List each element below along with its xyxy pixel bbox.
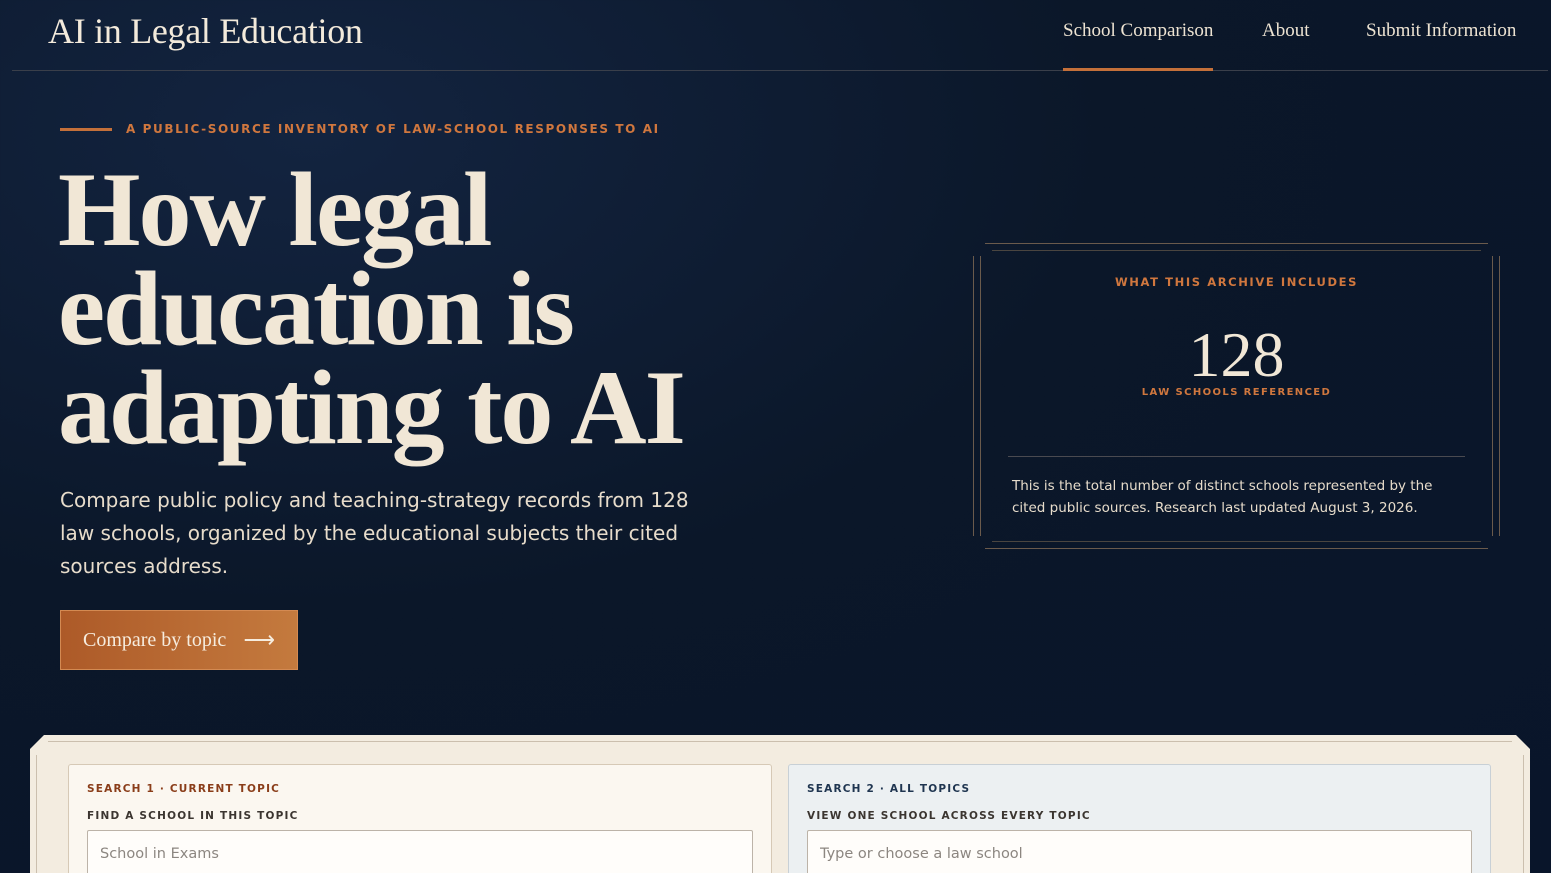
- nav-school-comparison[interactable]: School Comparison: [1063, 20, 1214, 71]
- law-school-input[interactable]: [807, 830, 1472, 873]
- stat-card-label: WHAT THIS ARCHIVE INCLUDES: [1115, 275, 1358, 289]
- nav-submit-information[interactable]: Submit Information: [1366, 20, 1516, 42]
- card-frame-right: [1499, 256, 1500, 536]
- eyebrow-rule: [60, 127, 112, 131]
- card-frame-bottom: [985, 548, 1488, 549]
- stat-card-number: 128: [1188, 319, 1285, 390]
- panel-top-rule: [48, 741, 1512, 742]
- card-frame-top: [985, 243, 1488, 244]
- card-frame-left-inner: [980, 256, 981, 536]
- arrow-right-icon: ⟶: [243, 627, 275, 652]
- card-frame-left: [973, 256, 974, 536]
- site-brand[interactable]: AI in Legal Education: [48, 10, 363, 52]
- hero-title-line: education is: [58, 250, 575, 367]
- search-all-topics: SEARCH 2 · ALL TOPICS VIEW ONE SCHOOL AC…: [788, 764, 1491, 873]
- search-2-eyebrow: SEARCH 2 · ALL TOPICS: [807, 783, 971, 795]
- nav-about[interactable]: About: [1262, 20, 1310, 42]
- stat-card-body: This is the total number of distinct sch…: [1012, 478, 1433, 516]
- stat-card-caption: LAW SCHOOLS REFERENCED: [1141, 387, 1332, 398]
- search-1-label: FIND A SCHOOL IN THIS TOPIC: [87, 810, 299, 822]
- hero-subtitle: Compare public policy and teaching-strat…: [60, 488, 689, 578]
- search-current-topic: SEARCH 1 · CURRENT TOPIC FIND A SCHOOL I…: [68, 764, 772, 873]
- stat-card-divider: [1008, 456, 1465, 457]
- eyebrow-text: A PUBLIC-SOURCE INVENTORY OF LAW-SCHOOL …: [126, 122, 660, 136]
- cta-label: Compare by topic: [83, 628, 227, 651]
- panel-right-rule: [1523, 755, 1524, 873]
- card-frame-right-inner: [1492, 256, 1493, 536]
- hero-title-line: adapting to AI: [58, 349, 686, 466]
- search-panel: SEARCH 1 · CURRENT TOPIC FIND A SCHOOL I…: [30, 735, 1530, 873]
- school-in-topic-input[interactable]: [87, 830, 753, 873]
- hero-title: How legal education is adapting to AI: [58, 151, 778, 466]
- search-2-label: VIEW ONE SCHOOL ACROSS EVERY TOPIC: [807, 810, 1091, 822]
- hero-title-line: How legal: [58, 151, 492, 268]
- hero-eyebrow: A PUBLIC-SOURCE INVENTORY OF LAW-SCHOOL …: [60, 122, 660, 136]
- card-frame-top-inner: [992, 250, 1481, 251]
- card-frame-bottom-inner: [992, 541, 1481, 542]
- site-header: AI in Legal Education School Comparison …: [12, 0, 1548, 71]
- search-1-eyebrow: SEARCH 1 · CURRENT TOPIC: [87, 783, 281, 795]
- panel-left-rule: [36, 755, 37, 873]
- compare-by-topic-button[interactable]: Compare by topic ⟶: [60, 610, 298, 670]
